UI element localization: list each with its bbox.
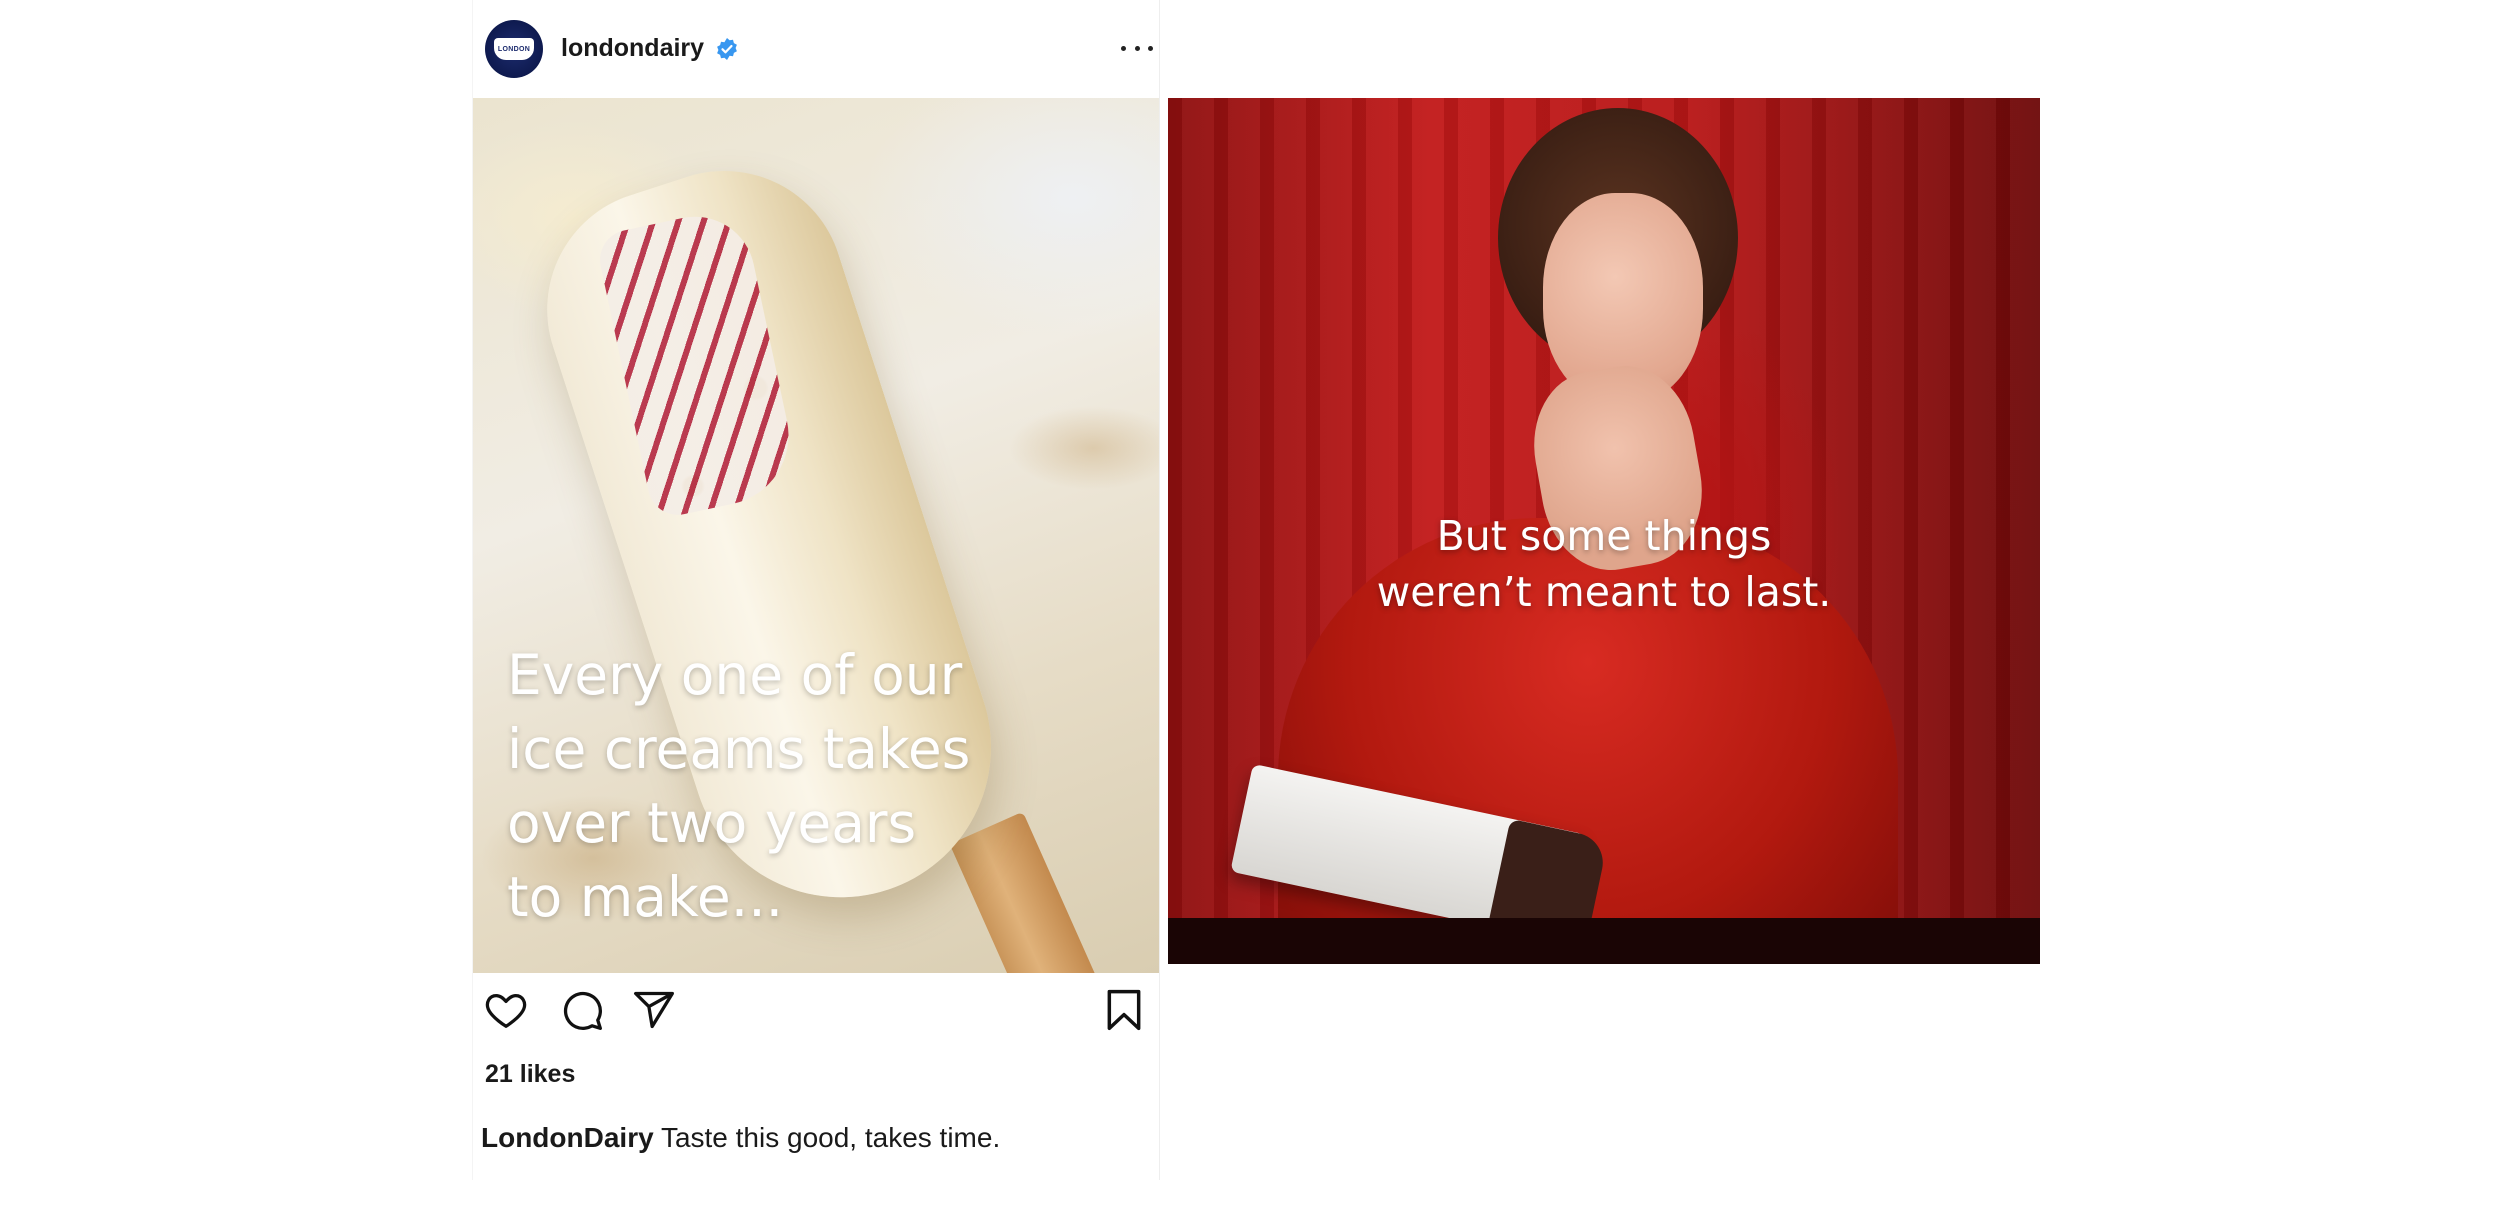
overlay-line: ice creams takes (507, 717, 971, 781)
verified-badge-icon (717, 38, 737, 60)
profile-avatar[interactable]: LONDON (485, 20, 543, 78)
action-bar (473, 985, 1159, 1045)
comment-icon (563, 991, 602, 1030)
post-header: LONDON londondairy (473, 0, 1159, 98)
post-caption: LondonDairy Taste this good, takes time. (481, 1122, 1000, 1154)
overlay-line: Every one of our (507, 643, 963, 707)
save-button[interactable] (1099, 985, 1149, 1035)
overlay-line: over two years (507, 791, 917, 855)
comment-button[interactable] (557, 985, 607, 1035)
caption-text: Taste this good, takes time. (653, 1122, 1001, 1153)
bookmark-icon (1107, 989, 1141, 1031)
photo-overlay-line: weren’t meant to last. (1376, 568, 1832, 616)
brand-logo: LONDON (494, 38, 534, 60)
caption-username[interactable]: LondonDairy (481, 1122, 654, 1153)
share-button[interactable] (629, 985, 679, 1035)
share-icon (634, 991, 674, 1029)
instagram-post: LONDON londondairy Every one of our ice … (472, 0, 1160, 1180)
post-username[interactable]: londondairy (561, 34, 704, 63)
photo-overlay-text: But some things weren’t meant to last. (1168, 508, 2040, 620)
carousel-image-woman-red[interactable]: But some things weren’t meant to last. (1168, 98, 2040, 964)
like-button[interactable] (481, 985, 531, 1035)
table-edge (1168, 918, 2040, 964)
overlay-line: to make... (507, 865, 784, 929)
post-image[interactable]: Every one of our ice creams takes over t… (473, 98, 1159, 973)
like-count[interactable]: 21 likes (485, 1060, 575, 1089)
heart-icon (485, 993, 527, 1028)
image-overlay-text: Every one of our ice creams takes over t… (507, 638, 1067, 934)
more-options-icon[interactable] (1121, 36, 1153, 60)
brand-logo-text: LONDON (497, 45, 531, 53)
photo-overlay-line: But some things (1436, 512, 1772, 560)
